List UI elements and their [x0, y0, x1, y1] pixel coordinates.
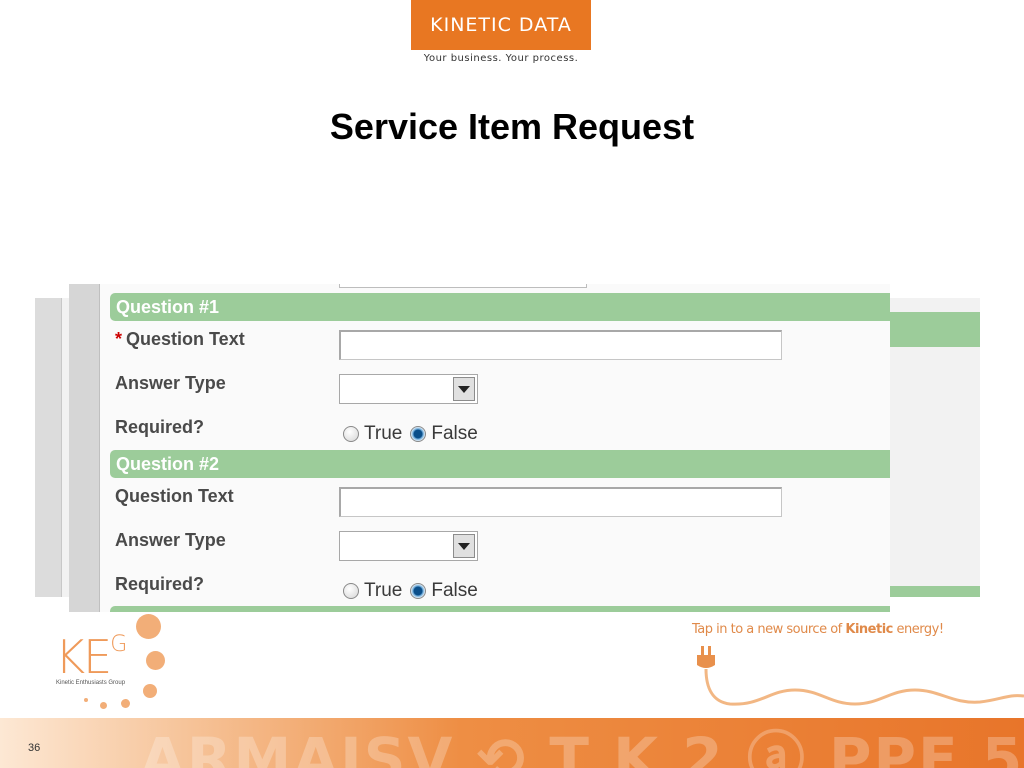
question-text-input[interactable]	[339, 330, 782, 360]
logo-tagline: Your business. Your process.	[423, 53, 579, 64]
background-left-bar	[35, 298, 62, 597]
section-header-question-2: Question #2	[110, 450, 890, 478]
promo-prefix: Tap in to a new source of	[692, 622, 842, 637]
plug-cord-icon	[697, 646, 1024, 706]
question-text-label: * Question Text	[115, 329, 245, 350]
keg-dot	[146, 651, 165, 670]
required-radio-group: True False	[343, 423, 486, 445]
question-text-input[interactable]	[339, 487, 782, 517]
radio-false-label: False	[431, 580, 478, 601]
chevron-down-icon[interactable]	[453, 534, 475, 558]
slide-title: Service Item Request	[329, 106, 695, 147]
radio-true[interactable]	[343, 426, 359, 442]
radio-false[interactable]	[410, 583, 427, 599]
background-section-bar-bottom	[890, 586, 980, 597]
radio-true-label: True	[364, 423, 403, 444]
keg-dot	[143, 684, 157, 698]
radio-true-label: True	[364, 580, 403, 601]
answer-type-label: Answer Type	[115, 530, 226, 550]
question-text-label-text: Question Text	[126, 329, 245, 349]
footer-decor-text: ARMAISV ⟲ T K 2 ⓐ PPF 55401 55403 SLA T …	[140, 725, 1024, 768]
required-radio-group: True False	[343, 580, 486, 602]
form-left-bar	[69, 284, 100, 612]
keg-dot	[121, 699, 130, 708]
page-number: 36	[28, 742, 41, 754]
required-label: Required?	[115, 574, 205, 594]
section-header-question-1: Question #1	[110, 293, 890, 321]
required-label: Required?	[115, 417, 205, 437]
radio-false-label: False	[431, 423, 478, 444]
answer-type-label: Answer Type	[115, 373, 226, 393]
chevron-down-icon[interactable]	[453, 377, 475, 401]
required-marker: *	[115, 329, 123, 349]
kinetic-data-logo: KINETIC DATA	[411, 0, 591, 50]
keg-logo-text: KE	[55, 630, 112, 684]
background-section-bar	[890, 312, 980, 347]
section-header-next	[110, 606, 890, 612]
answer-type-select[interactable]	[339, 374, 478, 404]
promo-suffix: energy!	[896, 622, 945, 637]
logo-text: KINETIC DATA	[430, 14, 572, 36]
keg-logo-super: G	[110, 632, 127, 657]
radio-true[interactable]	[343, 583, 359, 599]
partial-top-field[interactable]	[339, 284, 587, 288]
promo-tagline: Tap in to a new source of Kinetic energy…	[692, 622, 944, 637]
question-text-label: Question Text	[115, 486, 234, 506]
keg-dot	[84, 698, 88, 702]
keg-dot	[136, 614, 161, 639]
keg-logo: KEG	[55, 630, 127, 684]
promo-brand: Kinetic	[845, 622, 893, 637]
answer-type-select[interactable]	[339, 531, 478, 561]
question-form: Question #1 * Question Text Answer Type R…	[69, 284, 890, 612]
footer-band: ARMAISV ⟲ T K 2 ⓐ PPF 55401 55403 SLA T …	[0, 718, 1024, 768]
radio-false[interactable]	[410, 426, 427, 442]
keg-subtitle: Kinetic Enthusiasts Group	[56, 680, 126, 686]
keg-dot	[100, 702, 107, 709]
